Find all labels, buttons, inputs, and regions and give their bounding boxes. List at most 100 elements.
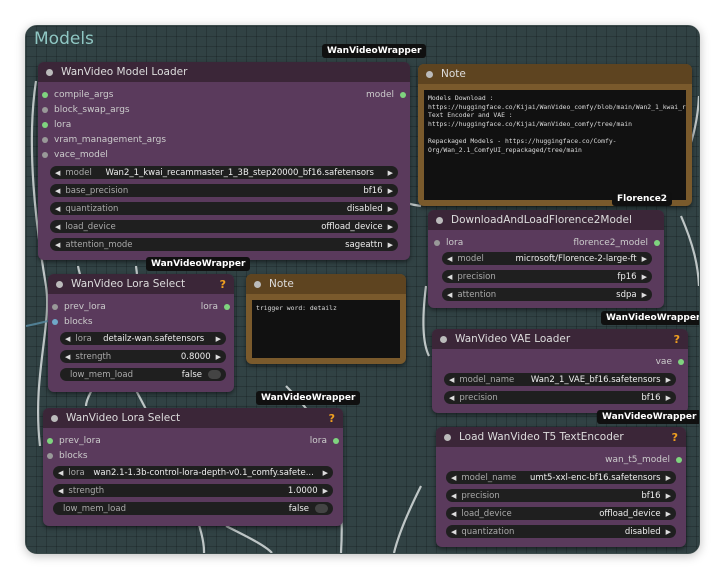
input-prev-lora[interactable]: prev_lora — [52, 300, 106, 314]
arrow-left-icon: ◀ — [447, 290, 453, 299]
widget-model-name[interactable]: ◀ model_name umt5-xxl-enc-bf16.safetensors… — [446, 471, 676, 484]
input-block-swap-args[interactable]: block_swap_args — [42, 103, 130, 117]
wanvideo-vae-loader-node[interactable]: WanVideo VAE Loader ? vae ◀ model_name Wan… — [432, 329, 688, 413]
widget-strength[interactable]: ◀ strength 0.8000 ▶ — [60, 350, 226, 363]
node-header[interactable]: DownloadAndLoadFlorence2Model — [428, 210, 664, 230]
input-pin-icon[interactable] — [52, 319, 58, 325]
collapse-dot-icon[interactable] — [436, 216, 443, 224]
output-pin-icon[interactable] — [678, 359, 684, 365]
wanvideo-lora-select-node[interactable]: WanVideo Lora Select ? prev_lora blocks … — [43, 408, 343, 526]
input-lora[interactable]: lora — [434, 236, 463, 250]
input-blocks[interactable]: blocks — [47, 449, 88, 463]
output-lora[interactable]: lora — [201, 300, 230, 314]
collapse-dot-icon[interactable] — [444, 433, 451, 441]
node-header[interactable]: WanVideo Model Loader — [38, 62, 410, 82]
output-pin-icon[interactable] — [224, 304, 230, 310]
toggle-switch[interactable] — [208, 370, 221, 379]
output-florence2-model[interactable]: florence2_model — [573, 236, 660, 250]
collapse-dot-icon[interactable] — [426, 70, 433, 78]
output-vae[interactable]: vae — [656, 355, 684, 369]
node-title: Load WanVideo T5 TextEncoder — [459, 431, 624, 443]
input-vace-model[interactable]: vace_model — [42, 148, 108, 162]
input-blocks[interactable]: blocks — [52, 315, 93, 329]
widget-low-mem-load[interactable]: low_mem_load false — [60, 368, 226, 381]
help-icon[interactable]: ? — [672, 431, 678, 444]
widget-base-precision[interactable]: ◀ base_precision bf16 ▶ — [50, 184, 398, 197]
widget-model[interactable]: ◀ model microsoft/Florence-2-large-ft ▶ — [442, 252, 652, 265]
note-node[interactable]: Note Models Download : https://huggingfa… — [418, 64, 692, 206]
arrow-left-icon: ◀ — [449, 375, 455, 384]
input-pin-icon[interactable] — [47, 453, 53, 459]
collapse-dot-icon[interactable] — [46, 68, 53, 76]
input-pin-icon[interactable] — [42, 137, 48, 143]
node-badge: Florence2 — [612, 192, 673, 206]
output-model[interactable]: model — [366, 88, 406, 102]
widget-attention-mode[interactable]: ◀ attention_mode sageattn ▶ — [50, 238, 398, 251]
node-title: WanVideo Lora Select — [66, 412, 181, 424]
widget-precision[interactable]: ◀ precision bf16 ▶ — [446, 489, 676, 502]
input-pin-icon[interactable] — [42, 122, 48, 128]
output-lora[interactable]: lora — [310, 434, 339, 448]
widget-lora[interactable]: ◀ lora wan2.1-1.3b-control-lora-depth-v0.1… — [53, 466, 333, 479]
load-t5-text-encoder-node[interactable]: Load WanVideo T5 TextEncoder ? wan_t5_mo… — [436, 427, 686, 547]
widget-quantization[interactable]: ◀ quantization disabled ▶ — [446, 525, 676, 538]
node-header[interactable]: Note — [246, 274, 406, 294]
wanvideo-lora-select-node[interactable]: WanVideo Lora Select ? prev_lora blocks … — [48, 274, 234, 392]
arrow-right-icon: ▶ — [641, 290, 647, 299]
widget-load-device[interactable]: ◀ load_device offload_device ▶ — [50, 220, 398, 233]
arrow-left-icon: ◀ — [55, 222, 61, 231]
widget-low-mem-load[interactable]: low_mem_load false — [53, 502, 333, 515]
widget-attention[interactable]: ◀ attention sdpa ▶ — [442, 288, 652, 301]
node-header[interactable]: WanVideo Lora Select ? — [43, 408, 343, 428]
input-lora[interactable]: lora — [42, 118, 71, 132]
arrow-right-icon: ▶ — [665, 491, 671, 500]
note-node[interactable]: Note trigger word: detailz — [246, 274, 406, 364]
help-icon[interactable]: ? — [674, 333, 680, 346]
arrow-left-icon: ◀ — [449, 393, 455, 402]
output-pin-icon[interactable] — [676, 457, 682, 463]
input-vram-management-args[interactable]: vram_management_args — [42, 133, 166, 147]
input-pin-icon[interactable] — [434, 240, 440, 246]
canvas-frame: Models WanVideo Model Loader compile_arg… — [25, 25, 700, 554]
collapse-dot-icon[interactable] — [254, 280, 261, 288]
input-pin-icon[interactable] — [42, 107, 48, 113]
output-pin-icon[interactable] — [333, 438, 339, 444]
toggle-switch[interactable] — [315, 504, 328, 513]
output-pin-icon[interactable] — [654, 240, 660, 246]
node-header[interactable]: WanVideo VAE Loader ? — [432, 329, 688, 349]
input-pin-icon[interactable] — [47, 438, 53, 444]
input-pin-icon[interactable] — [52, 304, 58, 310]
input-compile-args[interactable]: compile_args — [42, 88, 113, 102]
arrow-left-icon: ◀ — [55, 204, 61, 213]
input-prev-lora[interactable]: prev_lora — [47, 434, 101, 448]
widget-model[interactable]: ◀ model Wan2_1_kwai_recammaster_1_3B_step2… — [50, 166, 398, 179]
help-icon[interactable]: ? — [329, 412, 335, 425]
collapse-dot-icon[interactable] — [56, 280, 63, 288]
collapse-dot-icon[interactable] — [51, 414, 58, 422]
arrow-left-icon: ◀ — [65, 352, 71, 361]
node-header[interactable]: WanVideo Lora Select ? — [48, 274, 234, 294]
widget-precision[interactable]: ◀ precision fp16 ▶ — [442, 270, 652, 283]
note-text[interactable]: Models Download : https://huggingface.co… — [424, 90, 686, 200]
input-pin-icon[interactable] — [42, 92, 48, 98]
node-badge: WanVideoWrapper — [256, 391, 361, 405]
florence2-loader-node[interactable]: DownloadAndLoadFlorence2Model lora flore… — [428, 210, 664, 308]
widget-load-device[interactable]: ◀ load_device offload_device ▶ — [446, 507, 676, 520]
collapse-dot-icon[interactable] — [440, 335, 447, 343]
widget-model-name[interactable]: ◀ model_name Wan2_1_VAE_bf16.safetensors ▶ — [444, 373, 676, 386]
widget-strength[interactable]: ◀ strength 1.0000 ▶ — [53, 484, 333, 497]
node-header[interactable]: Note — [418, 64, 692, 84]
note-text[interactable]: trigger word: detailz — [252, 300, 400, 358]
widget-quantization[interactable]: ◀ quantization disabled ▶ — [50, 202, 398, 215]
models-group[interactable]: Models WanVideo Model Loader compile_arg… — [26, 26, 699, 553]
node-header[interactable]: Load WanVideo T5 TextEncoder ? — [436, 427, 686, 447]
node-title: Note — [269, 278, 294, 290]
help-icon[interactable]: ? — [220, 278, 226, 291]
output-pin-icon[interactable] — [400, 92, 406, 98]
output-wan-t5-model[interactable]: wan_t5_model — [605, 453, 682, 467]
wanvideo-model-loader-node[interactable]: WanVideo Model Loader compile_args block… — [38, 62, 410, 260]
widget-precision[interactable]: ◀ precision bf16 ▶ — [444, 391, 676, 404]
widget-lora[interactable]: ◀ lora detailz-wan.safetensors ▶ — [60, 332, 226, 345]
node-title: WanVideo VAE Loader — [455, 333, 571, 345]
input-pin-icon[interactable] — [42, 152, 48, 158]
